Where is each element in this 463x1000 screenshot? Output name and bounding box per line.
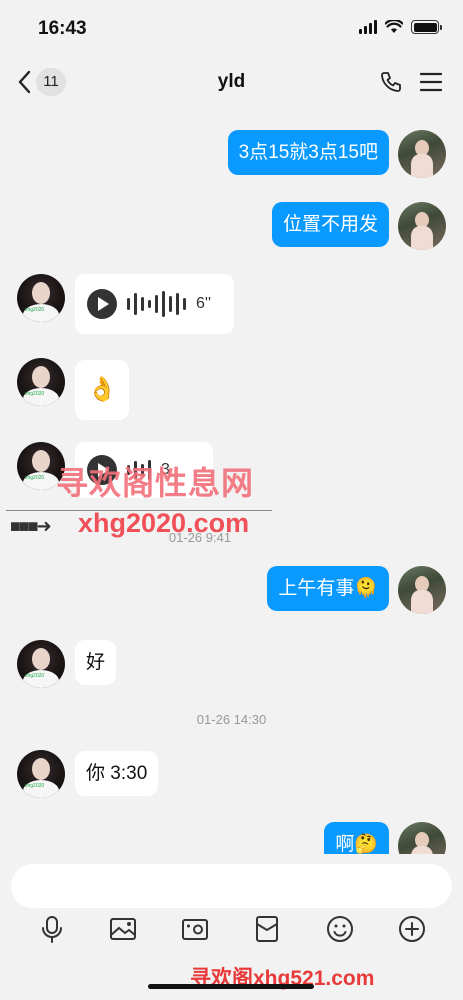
self-avatar[interactable]	[398, 566, 446, 614]
emoji-icon[interactable]	[325, 914, 355, 944]
status-bar: 16:43	[0, 0, 463, 56]
waveform-icon	[127, 289, 186, 319]
menu-icon[interactable]	[419, 71, 443, 93]
message-bubble-sent[interactable]: 上午有事🫠	[267, 566, 389, 611]
arrow-icon: ■■■➜	[10, 516, 52, 536]
contact-avatar[interactable]: xhg2020	[17, 750, 65, 798]
camera-icon[interactable]	[180, 914, 210, 944]
image-icon[interactable]	[108, 914, 138, 944]
battery-icon	[411, 20, 442, 34]
status-time: 16:43	[38, 18, 87, 39]
message-bubble-received[interactable]: 👌	[75, 360, 129, 420]
voice-duration: 6''	[196, 295, 212, 312]
contact-avatar[interactable]: xhg2020	[17, 358, 65, 406]
contact-avatar[interactable]: xhg2020	[17, 640, 65, 688]
contact-avatar[interactable]: xhg2020	[17, 274, 65, 322]
voice-message[interactable]: 6''	[75, 274, 234, 334]
message-bubble-sent[interactable]: 3点15就3点15吧	[227, 130, 389, 175]
input-panel: 寻欢阁xhg521.com	[0, 854, 463, 1000]
phone-icon[interactable]	[379, 70, 403, 94]
nav-bar: 11 yld	[0, 56, 463, 108]
message-bubble-sent[interactable]: 啊🤔	[324, 822, 389, 854]
home-indicator[interactable]	[148, 984, 314, 989]
self-avatar[interactable]	[398, 130, 446, 178]
chat-area[interactable]: 3点15就3点15吧 位置不用发 xhg2020 6'' xhg2020 👌 x…	[0, 108, 463, 854]
play-icon[interactable]	[87, 289, 117, 319]
timestamp: 01-26 9:41	[168, 530, 232, 545]
watermark-text: 寻欢阁性息网	[56, 465, 255, 501]
message-input[interactable]	[11, 864, 452, 908]
message-bubble-received[interactable]: 你 3:30	[75, 751, 159, 796]
status-icons	[359, 20, 442, 34]
red-packet-icon[interactable]	[252, 914, 282, 944]
self-avatar[interactable]	[398, 202, 446, 250]
signal-icon	[359, 20, 377, 34]
plus-icon[interactable]	[397, 914, 427, 944]
message-bubble-received[interactable]: 好	[75, 640, 117, 685]
timestamp: 01-26 14:30	[196, 712, 267, 727]
microphone-icon[interactable]	[37, 914, 67, 944]
message-bubble-sent[interactable]: 位置不用发	[271, 202, 389, 247]
input-toolbar	[0, 914, 463, 954]
wifi-icon	[385, 20, 403, 33]
self-avatar[interactable]	[398, 822, 446, 854]
